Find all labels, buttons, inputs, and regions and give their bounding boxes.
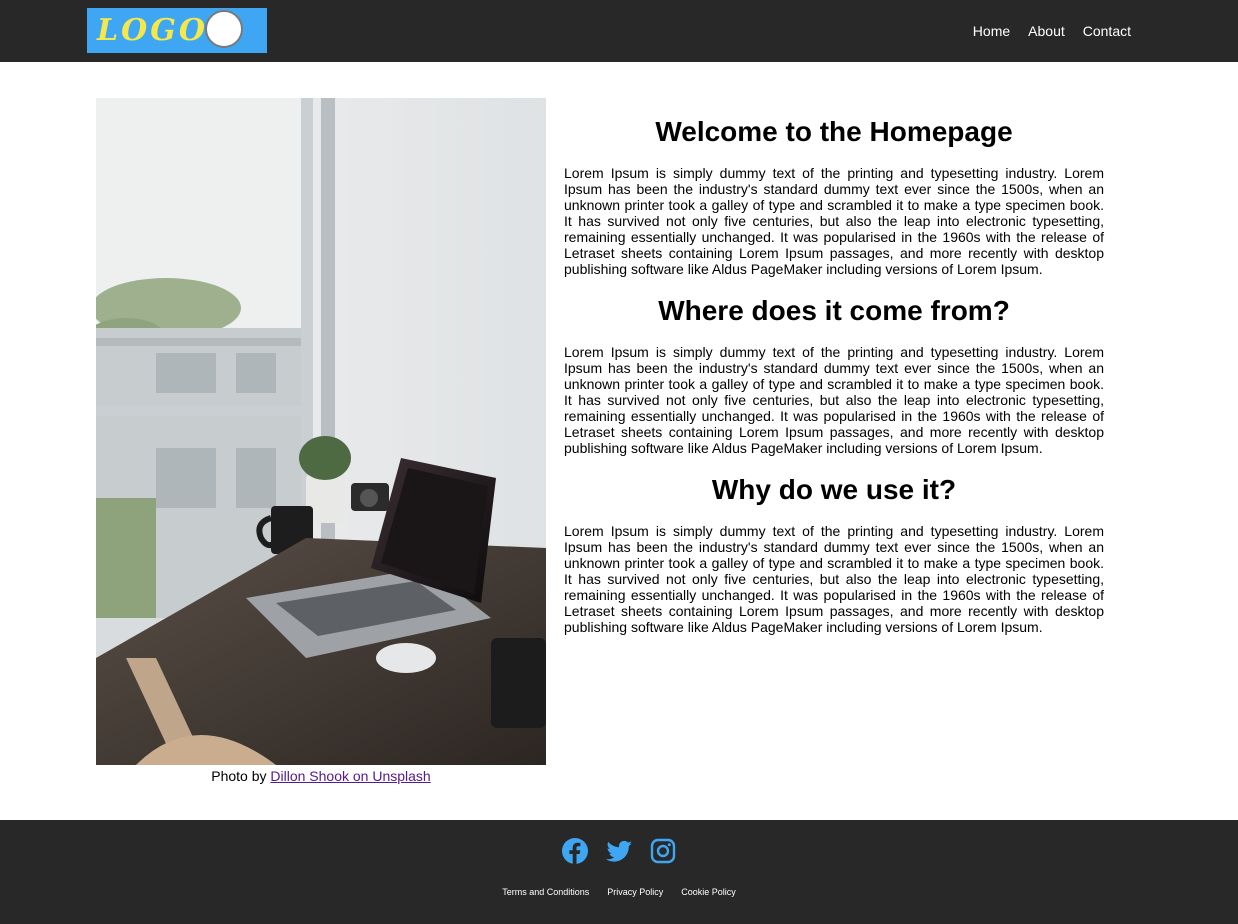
nav-home-link[interactable]: Home — [973, 22, 1010, 40]
facebook-icon[interactable] — [561, 837, 589, 865]
photo-credit-link[interactable]: Dillon Shook on Unsplash — [270, 768, 430, 784]
desk-laptop-photo — [96, 98, 546, 765]
site-header: LOGO Home About Contact — [0, 0, 1238, 62]
privacy-policy-link[interactable]: Privacy Policy — [607, 886, 663, 898]
logo[interactable]: LOGO — [87, 8, 267, 53]
terms-link[interactable]: Terms and Conditions — [502, 886, 589, 898]
main-nav: Home About Contact — [973, 22, 1131, 40]
photo-caption: Photo by Dillon Shook on Unsplash — [96, 765, 546, 787]
nav-about-link[interactable]: About — [1028, 22, 1065, 40]
section-body: Lorem Ipsum is simply dummy text of the … — [564, 523, 1104, 635]
section-body: Lorem Ipsum is simply dummy text of the … — [564, 344, 1104, 456]
caption-prefix: Photo by — [211, 768, 271, 784]
nav-contact-link[interactable]: Contact — [1083, 22, 1131, 40]
social-links — [0, 837, 1238, 865]
footer-links: Terms and Conditions Privacy Policy Cook… — [0, 886, 1238, 898]
photo-figure: Photo by Dillon Shook on Unsplash — [96, 98, 546, 787]
logo-text: LOGO — [97, 13, 208, 48]
section-title: Where does it come from? — [658, 295, 1010, 326]
site-footer: Terms and Conditions Privacy Policy Cook… — [0, 820, 1238, 924]
section-title: Welcome to the Homepage — [655, 116, 1013, 147]
section-body: Lorem Ipsum is simply dummy text of the … — [564, 165, 1104, 277]
section-title: Why do we use it? — [711, 474, 957, 505]
logo-circle-icon — [205, 10, 243, 48]
main-content: Welcome to the Homepage Lorem Ipsum is s… — [564, 112, 1104, 649]
cookie-policy-link[interactable]: Cookie Policy — [681, 886, 736, 898]
instagram-icon[interactable] — [649, 837, 677, 865]
twitter-icon[interactable] — [605, 837, 633, 865]
